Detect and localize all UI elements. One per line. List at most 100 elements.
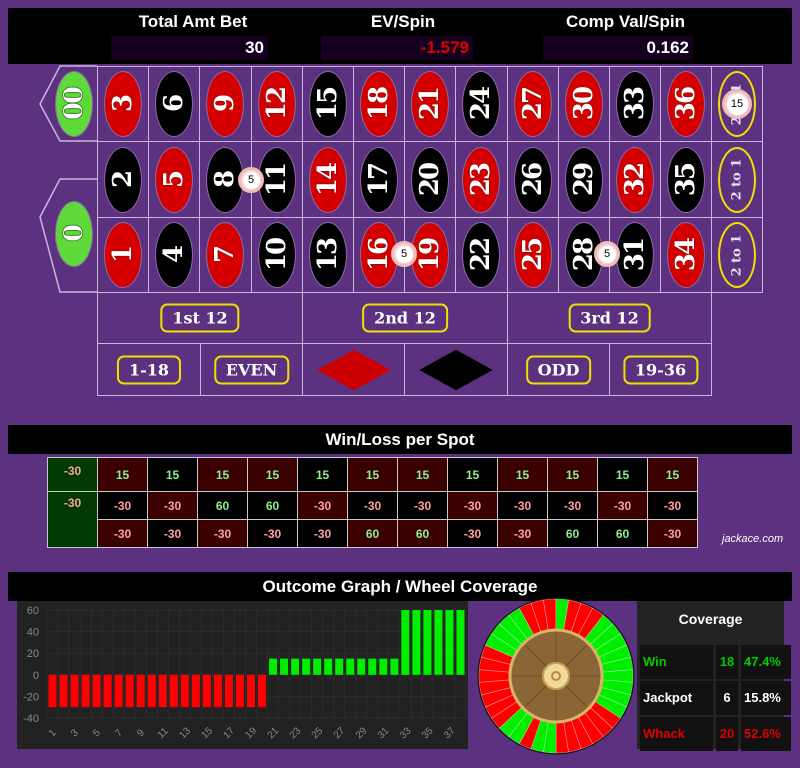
- bet-spot-22[interactable]: 22: [455, 217, 508, 293]
- bar-24: [302, 658, 311, 675]
- bet-spot-34[interactable]: 34: [660, 217, 713, 293]
- winloss-cell: -30: [647, 519, 698, 548]
- bet-spot-7[interactable]: 7: [199, 217, 252, 293]
- winloss-row: -30 -30 -30 60 60 -30 -30 -30 -30 -30 -30 -30 -30: [47, 491, 698, 548]
- bet-spot-23[interactable]: 23: [455, 141, 508, 218]
- coverage-count: 20: [716, 717, 738, 751]
- number-18: 18: [360, 71, 399, 137]
- dozen-1st[interactable]: 1st 12: [97, 292, 303, 344]
- chip-split-16-19[interactable]: 5: [391, 241, 417, 267]
- x-tick-label: 3: [69, 727, 81, 739]
- number-1: 1: [104, 222, 143, 288]
- bar-2: [59, 674, 68, 708]
- bar-14: [191, 674, 200, 708]
- bar-12: [169, 674, 178, 708]
- bet-black[interactable]: [404, 343, 508, 396]
- chip-split-8-11[interactable]: 5: [238, 167, 264, 193]
- bet-1-18-label: 1-18: [116, 355, 182, 384]
- winloss-cell: 15: [397, 457, 448, 492]
- winloss-cell: 60: [397, 519, 448, 548]
- bet-spot-36[interactable]: 36: [660, 66, 713, 142]
- bet-19-36-label: 19-36: [622, 355, 699, 384]
- bet-spot-30[interactable]: 30: [557, 66, 610, 142]
- x-tick-label: 11: [156, 725, 171, 740]
- bet-spot-6[interactable]: 6: [148, 66, 201, 142]
- number-27: 27: [513, 71, 552, 137]
- bet-spot-25[interactable]: 25: [506, 217, 559, 293]
- number-31: 31: [616, 222, 655, 288]
- column-oval: 2 to 1: [718, 222, 756, 288]
- winloss-cell: 60: [347, 519, 398, 548]
- bet-spot-21[interactable]: 21: [404, 66, 457, 142]
- bar-38: [456, 610, 465, 675]
- bet-spot-27[interactable]: 27: [506, 66, 559, 142]
- column-bet-bottom[interactable]: 2 to 1: [711, 217, 763, 293]
- bar-27: [335, 658, 344, 675]
- winloss-cell: -30: [297, 491, 348, 520]
- bet-1-18[interactable]: 1-18: [97, 343, 201, 396]
- chip-split-28-31[interactable]: 5: [594, 241, 620, 267]
- bet-spot-13[interactable]: 13: [301, 217, 354, 293]
- bet-spot-1[interactable]: 1: [97, 217, 150, 293]
- bet-spot-20[interactable]: 20: [404, 141, 457, 218]
- y-tick-label: -20: [23, 691, 39, 703]
- bet-spot-14[interactable]: 14: [301, 141, 354, 218]
- number-12: 12: [257, 71, 296, 137]
- bar-20: [258, 674, 267, 708]
- bet-spot-33[interactable]: 33: [609, 66, 662, 142]
- bet-spot-9[interactable]: 9: [199, 66, 252, 142]
- dozen-2nd[interactable]: 2nd 12: [302, 292, 508, 344]
- winloss-table: -30 15 15 15 15 15 15 15 15 15 15 15 15 -30 -30 -30 60 60…: [47, 457, 698, 548]
- coverage-count: 18: [716, 645, 738, 679]
- winloss-cell: 15: [147, 457, 198, 492]
- bar-33: [401, 610, 410, 675]
- winloss-cell: -30: [347, 491, 398, 520]
- coverage-row-whack: Whack 20 52.6%: [640, 717, 791, 751]
- bar-22: [280, 658, 289, 675]
- winloss-zero-cell: -30: [47, 491, 98, 548]
- winloss-cell: 15: [447, 457, 498, 492]
- winloss-cell: 15: [197, 457, 248, 492]
- y-tick-label: 0: [33, 670, 39, 682]
- bet-spot-32[interactable]: 32: [609, 141, 662, 218]
- bet-19-36[interactable]: 19-36: [609, 343, 712, 396]
- bet-spot-26[interactable]: 26: [506, 141, 559, 218]
- bet-spot-00[interactable]: 00: [50, 70, 98, 138]
- number-2: 2: [104, 146, 143, 213]
- number-15: 15: [308, 71, 347, 137]
- column-bet-middle[interactable]: 2 to 1: [711, 141, 763, 218]
- bet-spot-35[interactable]: 35: [660, 141, 713, 218]
- bet-spot-0[interactable]: 0: [50, 200, 98, 268]
- bet-spot-18[interactable]: 18: [353, 66, 406, 142]
- winloss-cell: 60: [197, 491, 248, 520]
- bet-spot-2[interactable]: 2: [97, 141, 150, 218]
- number-33: 33: [616, 71, 655, 137]
- x-tick-label: 21: [266, 725, 282, 741]
- bar-18: [235, 674, 244, 708]
- winloss-zero-cell: -30: [47, 457, 98, 492]
- bar-7: [114, 674, 123, 708]
- bet-spot-29[interactable]: 29: [557, 141, 610, 218]
- bet-spot-17[interactable]: 17: [353, 141, 406, 218]
- bet-spot-10[interactable]: 10: [250, 217, 303, 293]
- bar-35: [423, 610, 432, 675]
- bet-spot-3[interactable]: 3: [97, 66, 150, 142]
- dozen-3rd[interactable]: 3rd 12: [507, 292, 712, 344]
- x-tick-label: 9: [135, 727, 147, 739]
- bet-spot-24[interactable]: 24: [455, 66, 508, 142]
- bet-even[interactable]: EVEN: [200, 343, 303, 396]
- bet-spot-4[interactable]: 4: [148, 217, 201, 293]
- bet-red[interactable]: [302, 343, 405, 396]
- bet-spot-15[interactable]: 15: [301, 66, 354, 142]
- bet-odd[interactable]: ODD: [507, 343, 610, 396]
- coverage-title: Coverage: [678, 611, 743, 627]
- chip-column-top[interactable]: 15: [722, 89, 752, 119]
- bar-3: [70, 674, 79, 708]
- x-tick-label: 5: [91, 727, 103, 739]
- winloss-row: -30 15 15 15 15 15 15 15 15 15 15 15 15: [47, 457, 698, 492]
- bet-spot-12[interactable]: 12: [250, 66, 303, 142]
- winloss-cell: -30: [97, 519, 148, 548]
- bar-28: [346, 658, 355, 675]
- bet-spot-5[interactable]: 5: [148, 141, 201, 218]
- red-diamond-icon: [316, 349, 391, 390]
